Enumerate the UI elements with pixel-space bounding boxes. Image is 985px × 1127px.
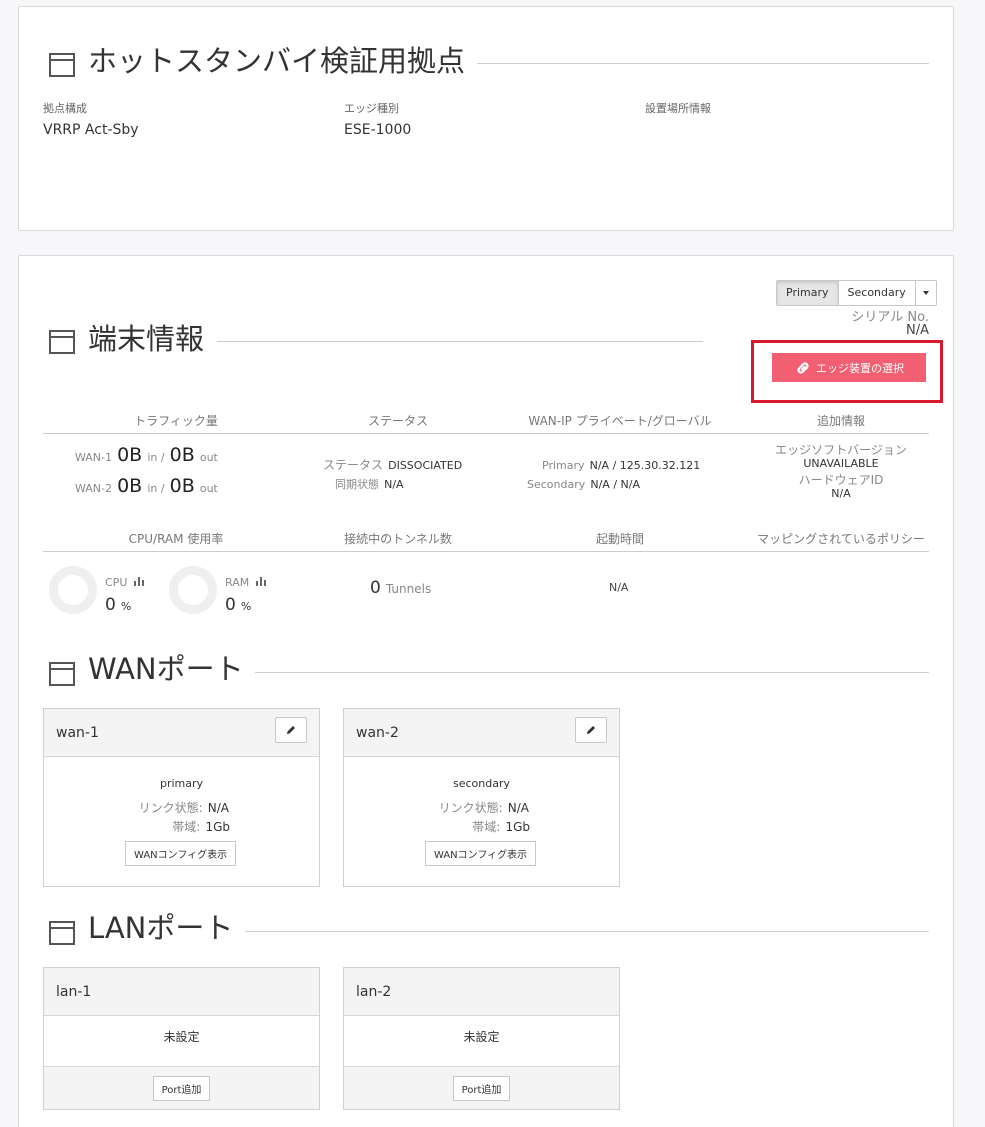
toggle-dropdown-button[interactable] <box>915 281 936 305</box>
bandwidth: 帯域: 1Gb <box>172 820 230 834</box>
panel-icon <box>49 53 75 77</box>
wan-ip-secondary: Secondary N/A / N/A <box>527 478 640 491</box>
serial-value: N/A <box>906 323 929 338</box>
uptime-header: 起動時間 <box>595 532 644 546</box>
panel-icon <box>49 662 75 686</box>
pencil-icon <box>587 726 595 734</box>
edit-button[interactable] <box>575 717 607 743</box>
tunnels-value: 0 Tunnels <box>370 578 432 598</box>
primary-toggle-button[interactable]: Primary <box>777 281 839 305</box>
header-rule <box>43 551 929 552</box>
traffic-wan1: WAN-1 0B in / 0B out <box>75 444 218 466</box>
port-name: lan-2 <box>356 984 392 1000</box>
hw-id-value: N/A <box>831 487 851 500</box>
status-row: ステータス DISSOCIATED <box>323 458 463 472</box>
title-rule <box>245 931 929 932</box>
traffic-header: トラフィック量 <box>134 414 218 428</box>
bar-chart-icon[interactable] <box>133 577 145 586</box>
ram-label: RAM <box>225 576 267 589</box>
uptime-value: N/A <box>609 581 629 594</box>
title-rule <box>217 341 703 342</box>
ram-value: 0 % <box>225 595 252 615</box>
title-rule <box>477 63 929 64</box>
site-config-value: VRRP Act-Sby <box>43 122 139 138</box>
cpu-donut <box>49 566 97 614</box>
pencil-icon <box>287 726 295 734</box>
device-panel: Primary Secondary シリアル No. N/A 端末情報 エッジ装… <box>18 255 954 1127</box>
cpu-ram-header: CPU/RAM 使用率 <box>128 532 224 546</box>
bar-chart-icon[interactable] <box>255 577 267 586</box>
sync-row: 同期状態 N/A <box>335 478 404 491</box>
wan-port-card: wan-1 primary リンク状態: N/A 帯域: 1Gb WANコンフィ… <box>43 708 320 887</box>
port-name: wan-2 <box>356 725 399 741</box>
lan-ports-title: LANポート <box>88 911 234 945</box>
policy-header: マッピングされているポリシー <box>757 532 925 546</box>
extra-header: 追加情報 <box>816 414 865 428</box>
edge-type-label: エッジ種別 <box>344 102 399 115</box>
wan-ports-title: WANポート <box>88 652 244 686</box>
port-status: 未設定 <box>163 1030 200 1044</box>
site-panel: ホットスタンバイ検証用拠点 拠点構成 VRRP Act-Sby エッジ種別 ES… <box>18 6 954 231</box>
cpu-label: CPU <box>105 576 145 589</box>
panel-icon <box>49 330 75 354</box>
status-header: ステータス <box>367 414 428 428</box>
highlight-box <box>751 340 943 403</box>
sw-version-value: UNAVAILABLE <box>803 457 879 470</box>
edge-type-value: ESE-1000 <box>344 122 412 138</box>
port-add-button[interactable]: Port追加 <box>152 1076 211 1101</box>
wan-config-button[interactable]: WANコンフィグ表示 <box>425 841 537 866</box>
caret-down-icon <box>922 291 929 295</box>
device-title: 端末情報 <box>88 322 205 356</box>
traffic-wan2: WAN-2 0B in / 0B out <box>75 475 218 497</box>
tunnels-header: 接続中のトンネル数 <box>344 532 452 546</box>
secondary-toggle-button[interactable]: Secondary <box>838 281 916 305</box>
panel-icon <box>49 921 75 945</box>
hw-id-label: ハードウェアID <box>798 473 884 487</box>
port-name: wan-1 <box>56 725 99 741</box>
edit-button[interactable] <box>275 717 307 743</box>
ram-donut <box>169 566 217 614</box>
wan-config-button[interactable]: WANコンフィグ表示 <box>125 841 237 866</box>
title-rule <box>255 672 929 673</box>
lan-port-card: lan-2 未設定 Port追加 <box>343 967 620 1110</box>
wan-ip-header: WAN-IP プライベート/グローバル <box>528 414 712 428</box>
link-status: リンク状態: N/A <box>438 801 529 815</box>
sw-version-label: エッジソフトバージョン <box>775 443 907 457</box>
port-name: lan-1 <box>56 984 92 1000</box>
primary-secondary-toggle: Primary Secondary <box>776 280 937 306</box>
site-config-label: 拠点構成 <box>43 102 87 115</box>
location-label: 設置場所情報 <box>645 102 711 115</box>
port-role: secondary <box>452 777 510 790</box>
port-role: primary <box>159 777 204 790</box>
port-status: 未設定 <box>463 1030 500 1044</box>
link-status: リンク状態: N/A <box>138 801 229 815</box>
cpu-value: 0 % <box>105 595 132 615</box>
site-title: ホットスタンバイ検証用拠点 <box>88 44 466 78</box>
wan-port-card: wan-2 secondary リンク状態: N/A 帯域: 1Gb WANコン… <box>343 708 620 887</box>
port-add-button[interactable]: Port追加 <box>452 1076 511 1101</box>
wan-ip-primary: Primary N/A / 125.30.32.121 <box>542 459 701 472</box>
header-rule <box>43 433 929 434</box>
lan-port-card: lan-1 未設定 Port追加 <box>43 967 320 1110</box>
bandwidth: 帯域: 1Gb <box>472 820 530 834</box>
